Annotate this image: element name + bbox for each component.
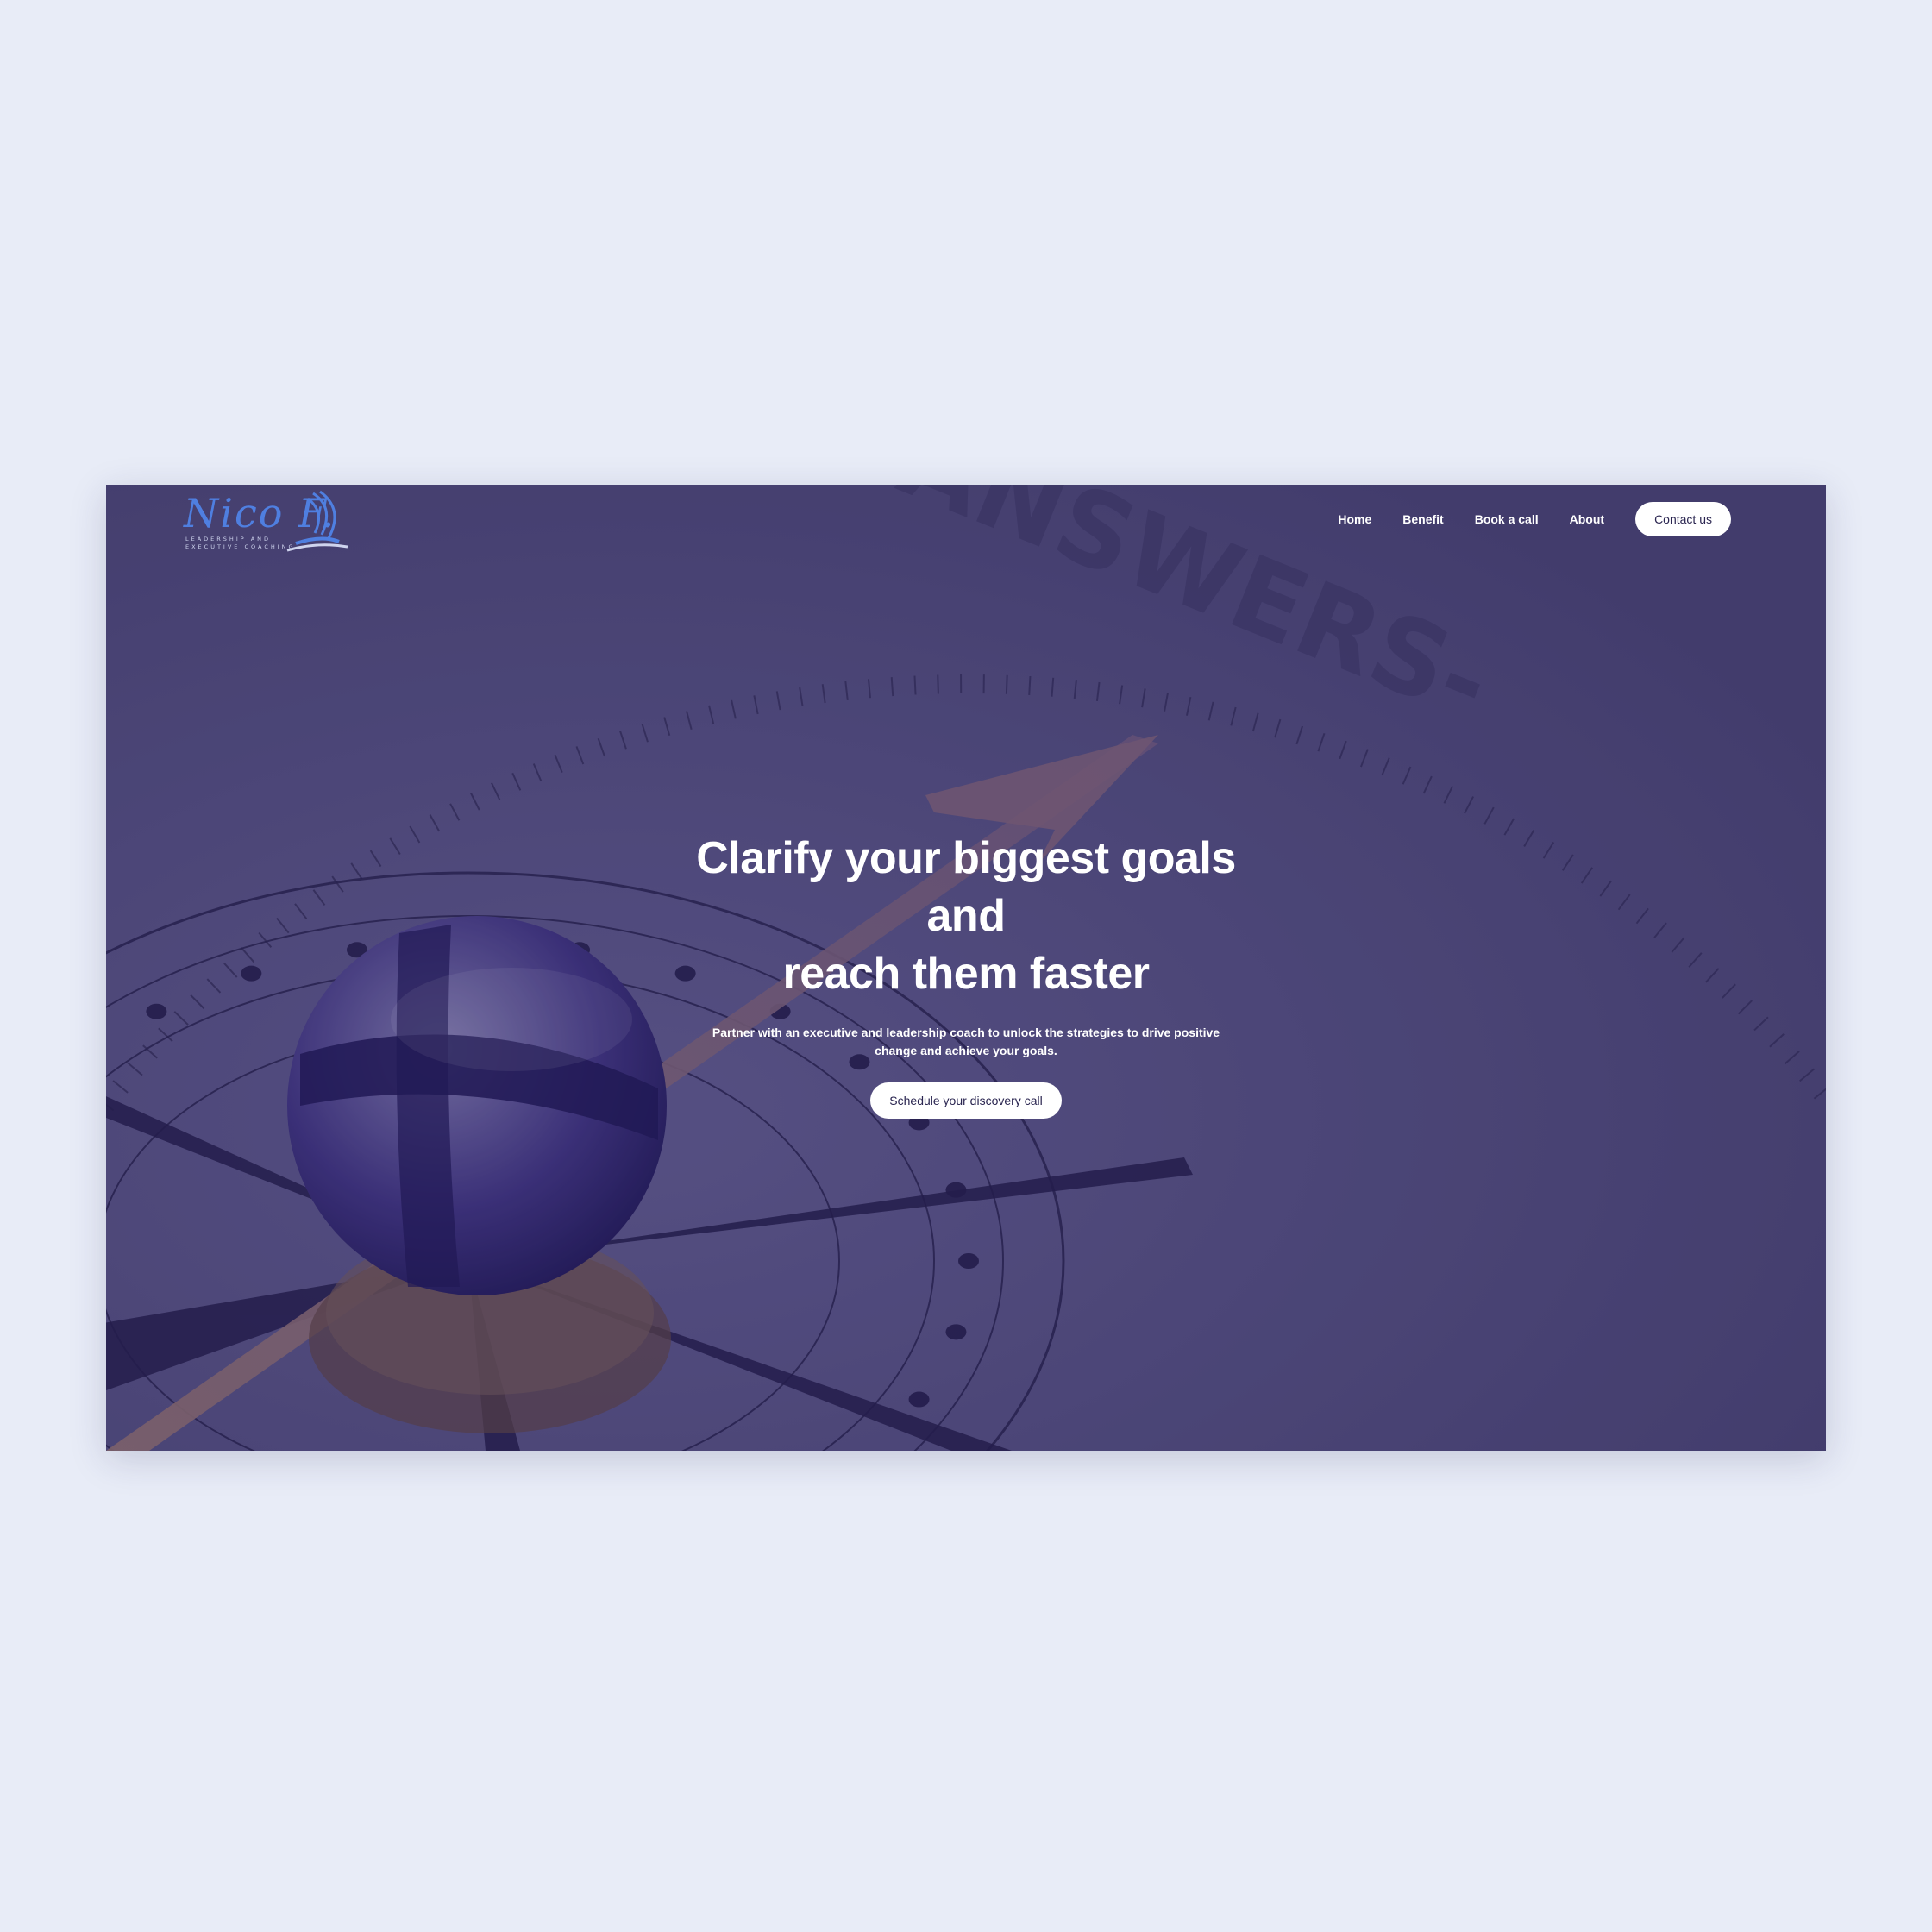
contact-us-button[interactable]: Contact us bbox=[1635, 502, 1731, 536]
hero-title-line1: Clarify your biggest goals bbox=[696, 833, 1236, 883]
nav-benefit[interactable]: Benefit bbox=[1402, 512, 1443, 526]
main-menu: Home Benefit Book a call About Contact u… bbox=[1338, 502, 1731, 536]
schedule-discovery-call-button[interactable]: Schedule your discovery call bbox=[870, 1082, 1062, 1119]
nav-book-a-call[interactable]: Book a call bbox=[1475, 512, 1539, 526]
hero-section: -ANSWERS- Nico F. LEADERSHIP AND EXECUTI… bbox=[106, 485, 1826, 1451]
nav-about[interactable]: About bbox=[1570, 512, 1604, 526]
hero-title-line3: reach them faster bbox=[782, 949, 1150, 999]
hero-title: Clarify your biggest goals and reach the… bbox=[106, 830, 1826, 1003]
hero-subtitle: Partner with an executive and leadership… bbox=[712, 1026, 1220, 1057]
hero-title-line2: and bbox=[926, 891, 1006, 941]
logo-wave-icon bbox=[286, 490, 348, 552]
brand-logo[interactable]: Nico F. Leadership and Executive Coachin… bbox=[184, 490, 348, 554]
hero-content: Clarify your biggest goals and reach the… bbox=[106, 830, 1826, 1119]
nav-home[interactable]: Home bbox=[1338, 512, 1371, 526]
top-nav: Nico F. Leadership and Executive Coachin… bbox=[106, 485, 1826, 554]
